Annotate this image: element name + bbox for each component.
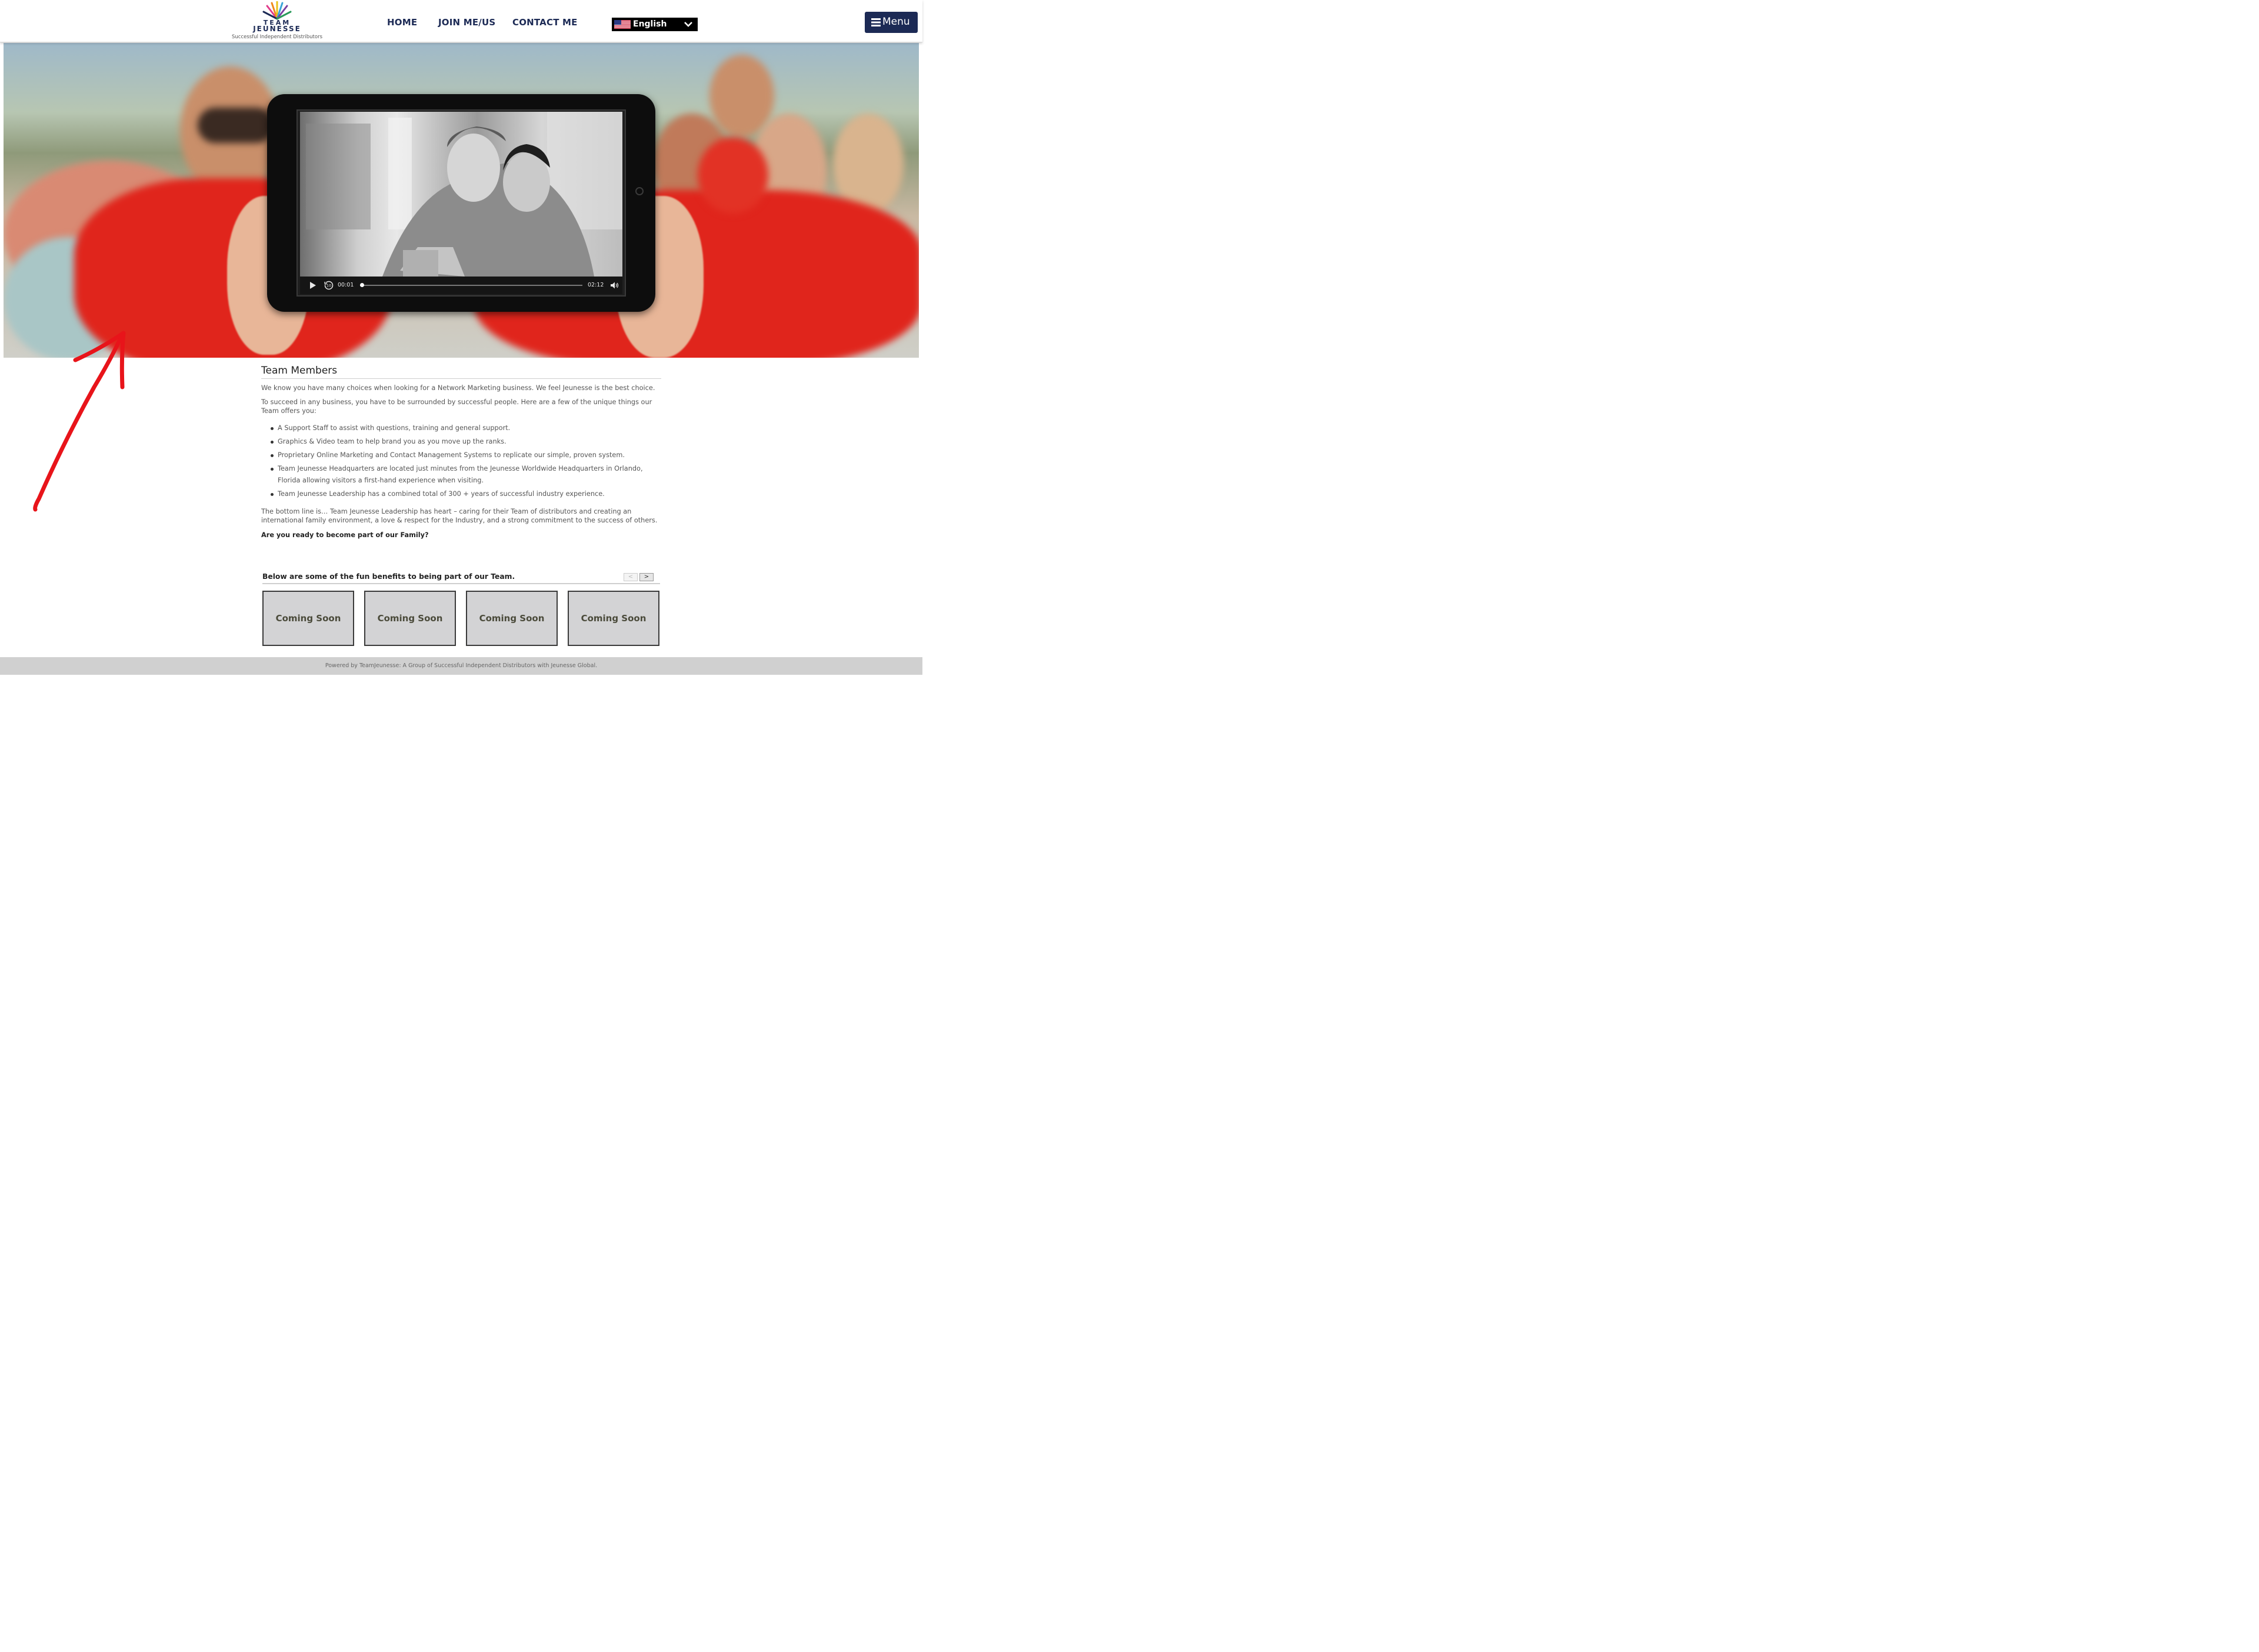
team-offers-paragraph: To succeed in any business, you have to … — [261, 398, 652, 415]
list-item: Team Jeunesse Leadership has a combined … — [271, 488, 661, 500]
footer-text: Powered by TeamJeunesse: A Group of Succ… — [325, 662, 598, 669]
play-icon[interactable] — [309, 281, 316, 289]
main-content: Team Members We know you have many choic… — [261, 365, 661, 539]
menu-button-label: Menu — [882, 16, 910, 28]
carousel-card[interactable]: Coming Soon — [262, 591, 354, 646]
video-controls: 10 00:01 02:12 — [300, 277, 622, 294]
list-item: Graphics & Video team to help brand you … — [271, 436, 661, 448]
page-title: Team Members — [261, 365, 661, 379]
us-flag-icon — [614, 20, 631, 29]
site-footer: Powered by TeamJeunesse: A Group of Succ… — [0, 657, 922, 675]
carousel-card-label: Coming Soon — [581, 613, 647, 624]
benefits-list: A Support Staff to assist with questions… — [271, 422, 661, 500]
rewind-10-icon[interactable]: 10 — [324, 280, 334, 291]
nav-join[interactable]: JOIN ME/US — [438, 17, 495, 28]
team-jeunesse-logo[interactable]: TEAM JEUNESSE Successful Independent Dis… — [232, 1, 322, 41]
hero-photo-shape — [198, 108, 274, 143]
carousel-card[interactable]: Coming Soon — [466, 591, 558, 646]
red-annotation-arrow-icon — [33, 331, 126, 512]
menu-button[interactable]: Menu — [865, 12, 918, 33]
logo-tagline: Successful Independent Distributors — [232, 34, 323, 40]
site-header: TEAM JEUNESSE Successful Independent Dis… — [0, 0, 922, 42]
video-progress-knob[interactable] — [360, 283, 365, 287]
hamburger-icon — [871, 18, 881, 26]
video-frame[interactable] — [300, 112, 622, 277]
video-progress-bar[interactable] — [360, 283, 582, 287]
volume-icon[interactable] — [610, 281, 619, 289]
language-select[interactable]: English — [612, 18, 698, 31]
hero-photo-shape — [709, 55, 774, 137]
nav-home[interactable]: HOME — [387, 17, 417, 28]
logo-line-jeunesse: JEUNESSE — [253, 25, 301, 33]
carousel-next-button[interactable]: > — [639, 573, 654, 581]
intro-paragraph: We know you have many choices when looki… — [261, 384, 655, 392]
list-item: A Support Staff to assist with questions… — [271, 422, 661, 434]
fireworks-logo-icon — [262, 1, 292, 20]
call-to-action-question: Are you ready to become part of our Fami… — [261, 531, 429, 539]
carousel-title: Below are some of the fun benefits to be… — [262, 572, 515, 581]
language-selected: English — [633, 19, 667, 29]
tablet-frame: 10 00:01 02:12 — [267, 94, 655, 312]
video-duration: 02:12 — [588, 282, 604, 288]
benefits-carousel: Below are some of the fun benefits to be… — [262, 571, 660, 647]
video-current-time: 00:01 — [338, 282, 354, 288]
hero-banner: 10 00:01 02:12 — [4, 43, 919, 358]
chevron-down-icon — [684, 22, 692, 27]
carousel-card[interactable]: Coming Soon — [568, 591, 659, 646]
carousel-prev-button[interactable]: < — [624, 573, 638, 581]
carousel-header: Below are some of the fun benefits to be… — [262, 571, 660, 584]
carousel-card-label: Coming Soon — [275, 613, 341, 624]
video-screen: 10 00:01 02:12 — [296, 109, 626, 297]
tablet-home-button — [635, 187, 644, 195]
video-still-image — [306, 112, 622, 277]
carousel-card-label: Coming Soon — [377, 613, 443, 624]
list-item: Proprietary Online Marketing and Contact… — [271, 449, 661, 461]
bottom-line-paragraph: The bottom line is… Team Jeunesse Leader… — [261, 508, 658, 524]
hero-photo-shape — [698, 137, 768, 214]
list-item: Team Jeunesse Headquarters are located j… — [271, 463, 661, 487]
svg-text:10: 10 — [326, 284, 331, 288]
carousel-card-label: Coming Soon — [479, 613, 545, 624]
carousel-card[interactable]: Coming Soon — [364, 591, 456, 646]
nav-contact[interactable]: CONTACT ME — [512, 17, 578, 28]
